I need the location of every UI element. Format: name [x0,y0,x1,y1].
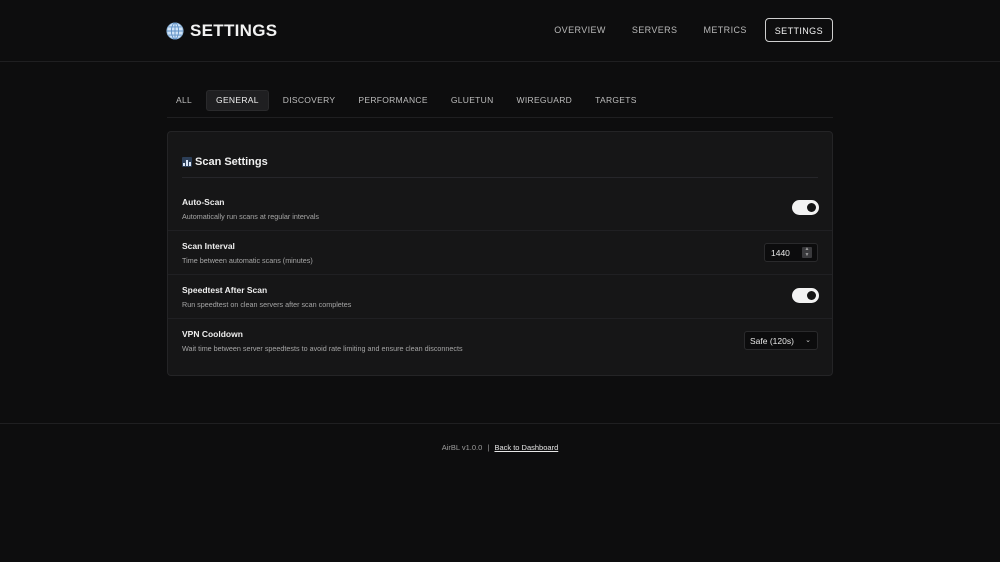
setting-row-auto-scan: Auto-Scan Automatically run scans at reg… [168,187,832,231]
number-spinner-icon[interactable]: ▲ ▼ [802,246,812,258]
vpn-cooldown-select[interactable]: Safe (120s) ⌄ [744,331,818,350]
tab-targets[interactable]: TARGETS [586,90,646,111]
tab-wireguard[interactable]: WIREGUARD [508,90,582,111]
setting-row-scan-interval: Scan Interval Time between automatic sca… [168,231,832,275]
brand: SETTINGS [166,20,277,42]
speedtest-after-scan-toggle[interactable] [792,288,819,303]
footer-divider [0,423,1000,424]
setting-row-speedtest-after-scan: Speedtest After Scan Run speedtest on cl… [168,275,832,319]
footer-separator: | [487,443,490,452]
nav-overview[interactable]: OVERVIEW [541,18,619,42]
setting-description: Wait time between server speedtests to a… [182,344,463,353]
vpn-cooldown-value: Safe (120s) [750,336,794,346]
footer: AirBL v1.0.0 | Back to Dashboard [0,443,1000,452]
version-text: AirBL v1.0.0 [441,443,483,452]
toggle-knob [807,203,816,212]
setting-label: Auto-Scan [182,197,225,207]
scan-interval-input[interactable]: 1440 ▲ ▼ [764,243,818,262]
tab-performance[interactable]: PERFORMANCE [349,90,436,111]
setting-label: Scan Interval [182,241,235,251]
setting-description: Run speedtest on clean servers after sca… [182,300,352,309]
top-header: SETTINGS OVERVIEW SERVERS METRICS SETTIN… [0,0,1000,62]
card-title-text: Scan Settings [195,156,268,168]
card-title: Scan Settings [182,156,268,168]
nav-settings[interactable]: SETTINGS [764,18,833,42]
toggle-knob [807,291,816,300]
settings-tabs: ALL GENERAL DISCOVERY PERFORMANCE GLUETU… [167,90,833,118]
scan-settings-card: Scan Settings Auto-Scan Automatically ru… [167,131,833,376]
setting-description: Time between automatic scans (minutes) [182,256,313,265]
back-to-dashboard-link[interactable]: Back to Dashboard [494,443,558,452]
tab-gluetun[interactable]: GLUETUN [442,90,503,111]
globe-icon [166,22,184,40]
bar-chart-icon [182,157,192,167]
setting-description: Automatically run scans at regular inter… [182,212,320,221]
card-divider [182,177,818,178]
setting-label: VPN Cooldown [182,329,243,339]
nav-metrics[interactable]: METRICS [690,18,759,42]
tab-discovery[interactable]: DISCOVERY [274,90,345,111]
tab-general[interactable]: GENERAL [206,90,269,111]
setting-label: Speedtest After Scan [182,285,268,295]
top-nav: OVERVIEW SERVERS METRICS SETTINGS [541,18,833,42]
page-title: SETTINGS [190,21,278,40]
nav-servers[interactable]: SERVERS [619,18,691,42]
setting-row-vpn-cooldown: VPN Cooldown Wait time between server sp… [168,319,832,363]
scan-interval-value: 1440 [771,248,790,258]
auto-scan-toggle[interactable] [792,200,819,215]
chevron-down-icon: ⌄ [805,337,811,344]
tab-all[interactable]: ALL [167,90,201,111]
